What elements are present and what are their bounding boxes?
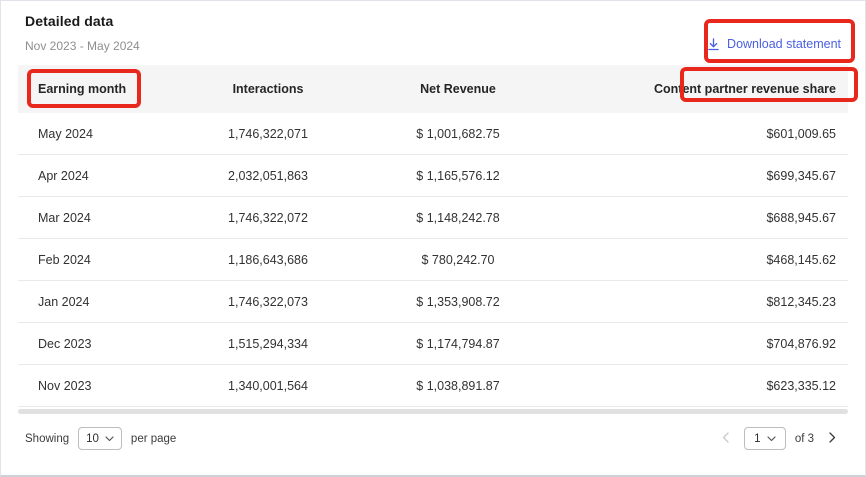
cell-earning-month: May 2024	[18, 127, 178, 141]
column-header-interactions: Interactions	[178, 82, 358, 96]
page-title: Detailed data	[25, 13, 841, 29]
table-row: Mar 2024 1,746,322,072 $ 1,148,242.78 $6…	[18, 197, 848, 239]
cell-net-revenue: $ 1,165,576.12	[358, 169, 558, 183]
cell-interactions: 1,186,643,686	[178, 253, 358, 267]
download-statement-label: Download statement	[727, 37, 841, 51]
chevron-right-icon	[829, 431, 836, 446]
cell-net-revenue: $ 1,174,794.87	[358, 337, 558, 351]
earnings-table: Earning month Interactions Net Revenue C…	[18, 65, 848, 407]
cell-revenue-share: $812,345.23	[558, 295, 848, 309]
cell-revenue-share: $688,945.67	[558, 211, 848, 225]
cell-earning-month: Feb 2024	[18, 253, 178, 267]
download-statement-link[interactable]: Download statement	[707, 37, 841, 51]
table-body: May 2024 1,746,322,071 $ 1,001,682.75 $6…	[18, 113, 848, 407]
next-page-button[interactable]	[823, 430, 841, 448]
per-page-label: per page	[131, 433, 176, 445]
cell-interactions: 1,746,322,073	[178, 295, 358, 309]
cell-interactions: 2,032,051,863	[178, 169, 358, 183]
cell-interactions: 1,746,322,072	[178, 211, 358, 225]
cell-revenue-share: $601,009.65	[558, 127, 848, 141]
page-size-select[interactable]: 10	[78, 427, 122, 450]
cell-earning-month: Apr 2024	[18, 169, 178, 183]
cell-net-revenue: $ 1,353,908.72	[358, 295, 558, 309]
previous-page-button[interactable]	[717, 430, 735, 448]
page-count-label: of 3	[795, 433, 814, 445]
table-row: Apr 2024 2,032,051,863 $ 1,165,576.12 $6…	[18, 155, 848, 197]
table-row: Jan 2024 1,746,322,073 $ 1,353,908.72 $8…	[18, 281, 848, 323]
table-row: Dec 2023 1,515,294,334 $ 1,174,794.87 $7…	[18, 323, 848, 365]
chevron-left-icon	[722, 431, 729, 446]
chevron-down-icon	[767, 433, 776, 445]
card-header: Detailed data Nov 2023 - May 2024 Downlo…	[1, 1, 865, 65]
download-icon	[707, 38, 720, 51]
table-row: Nov 2023 1,340,001,564 $ 1,038,891.87 $6…	[18, 365, 848, 407]
page-select[interactable]: 1	[744, 427, 786, 450]
cell-net-revenue: $ 780,242.70	[358, 253, 558, 267]
table-row: May 2024 1,746,322,071 $ 1,001,682.75 $6…	[18, 113, 848, 155]
cell-earning-month: Jan 2024	[18, 295, 178, 309]
cell-revenue-share: $623,335.12	[558, 379, 848, 393]
column-header-net-revenue: Net Revenue	[358, 82, 558, 96]
cell-revenue-share: $699,345.67	[558, 169, 848, 183]
chevron-down-icon	[105, 433, 114, 445]
cell-interactions: 1,340,001,564	[178, 379, 358, 393]
showing-label: Showing	[25, 433, 69, 445]
current-page-value: 1	[754, 433, 760, 445]
page-size-control: Showing 10 per page	[25, 427, 176, 450]
cell-revenue-share: $704,876.92	[558, 337, 848, 351]
table-footer: Showing 10 per page 1 of 3	[1, 414, 865, 450]
cell-net-revenue: $ 1,148,242.78	[358, 211, 558, 225]
column-header-earning-month: Earning month	[18, 82, 178, 96]
detailed-data-card: Detailed data Nov 2023 - May 2024 Downlo…	[0, 0, 866, 477]
cell-net-revenue: $ 1,038,891.87	[358, 379, 558, 393]
table-row: Feb 2024 1,186,643,686 $ 780,242.70 $468…	[18, 239, 848, 281]
page-size-value: 10	[86, 433, 99, 445]
cell-earning-month: Dec 2023	[18, 337, 178, 351]
cell-earning-month: Nov 2023	[18, 379, 178, 393]
pagination-control: 1 of 3	[717, 427, 841, 450]
column-header-content-partner-revenue-share: Content partner revenue share	[558, 82, 848, 96]
cell-earning-month: Mar 2024	[18, 211, 178, 225]
cell-interactions: 1,746,322,071	[178, 127, 358, 141]
cell-net-revenue: $ 1,001,682.75	[358, 127, 558, 141]
cell-interactions: 1,515,294,334	[178, 337, 358, 351]
cell-revenue-share: $468,145.62	[558, 253, 848, 267]
table-header-row: Earning month Interactions Net Revenue C…	[18, 65, 848, 113]
